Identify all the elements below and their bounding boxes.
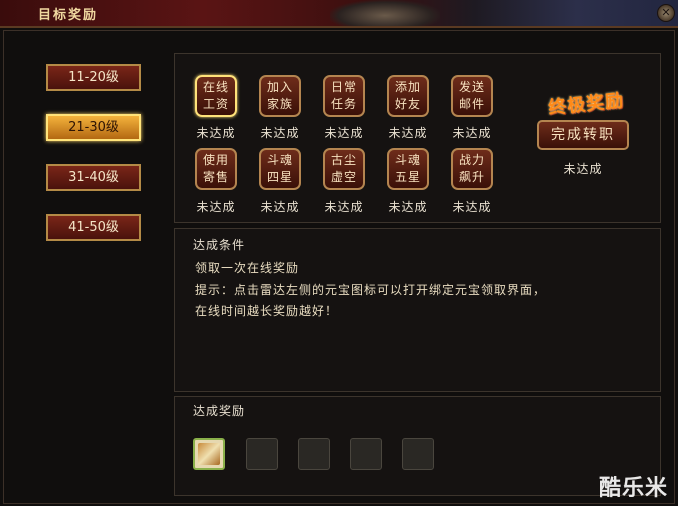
- task-add-friend[interactable]: 添加 好友: [387, 75, 429, 117]
- reward-slot-empty[interactable]: [350, 438, 382, 470]
- task-soul-four-star[interactable]: 斗魂 四星: [259, 148, 301, 190]
- condition-hint-line: 提示：点击雷达左侧的元宝图标可以打开绑定元宝领取界面，: [195, 283, 547, 297]
- reward-slot-empty[interactable]: [402, 438, 434, 470]
- title-ornament: [330, 0, 440, 26]
- complete-class-change-button[interactable]: 完成转职: [537, 120, 629, 150]
- level-tab-41-50[interactable]: 41-50级: [46, 214, 141, 241]
- task-daily-quest[interactable]: 日常 任务: [323, 75, 365, 117]
- task-status: 未达成: [196, 126, 236, 140]
- task-ancient-void[interactable]: 古尘 虚空: [323, 148, 365, 190]
- task-online-salary[interactable]: 在线 工资: [195, 75, 237, 117]
- reward-slot-empty[interactable]: [246, 438, 278, 470]
- level-tab-11-20[interactable]: 11-20级: [46, 64, 141, 91]
- task-status: 未达成: [452, 126, 492, 140]
- task-soul-five-star[interactable]: 斗魂 五星: [387, 148, 429, 190]
- reward-slot-empty[interactable]: [298, 438, 330, 470]
- task-status: 未达成: [324, 200, 364, 214]
- task-status: 未达成: [324, 126, 364, 140]
- conditions-header: 达成条件: [193, 238, 246, 252]
- level-tab-31-40[interactable]: 31-40级: [46, 164, 141, 191]
- condition-line: 领取一次在线奖励: [195, 261, 300, 275]
- task-send-mail[interactable]: 发送 邮件: [451, 75, 493, 117]
- task-status: 未达成: [452, 200, 492, 214]
- task-use-consignment[interactable]: 使用 寄售: [195, 148, 237, 190]
- rewards-header: 达成奖励: [193, 404, 246, 418]
- task-status: 未达成: [388, 200, 428, 214]
- task-status: 未达成: [196, 200, 236, 214]
- task-status: 未达成: [260, 200, 300, 214]
- ultimate-status: 未达成: [563, 162, 603, 176]
- reward-slot-item[interactable]: [193, 438, 225, 470]
- condition-hint-line: 在线时间越长奖励越好！: [195, 304, 339, 318]
- reward-item-icon: [198, 443, 220, 465]
- close-icon[interactable]: ✕: [657, 4, 675, 22]
- task-status: 未达成: [260, 126, 300, 140]
- level-tab-21-30[interactable]: 21-30级: [46, 114, 141, 141]
- task-power-surge[interactable]: 战力 飙升: [451, 148, 493, 190]
- window-title: 目标奖励: [38, 8, 99, 23]
- task-status: 未达成: [388, 126, 428, 140]
- watermark: 酷乐米: [598, 476, 668, 501]
- goal-reward-window: 目标奖励 ✕ 11-20级 21-30级 31-40级 41-50级 在线 工资 …: [0, 0, 678, 506]
- title-bar: 目标奖励 ✕: [0, 0, 678, 28]
- task-join-family[interactable]: 加入 家族: [259, 75, 301, 117]
